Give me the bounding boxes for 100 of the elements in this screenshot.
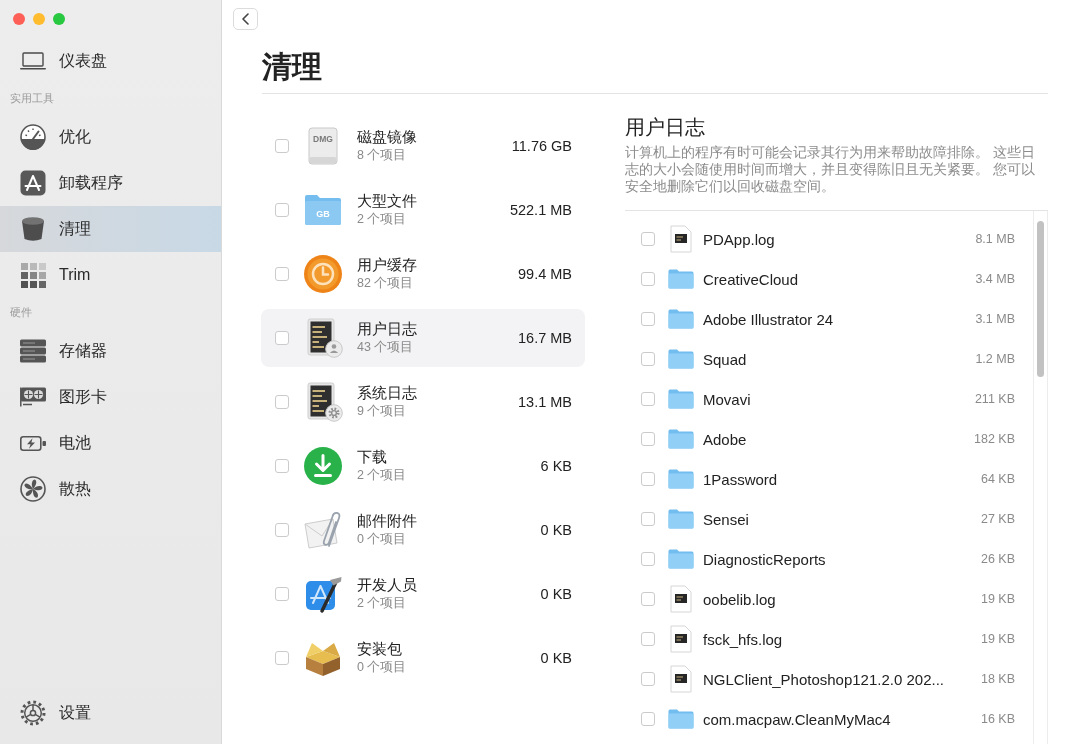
file-name: fsck_hfs.log [703, 630, 783, 648]
log-file-icon [670, 225, 692, 253]
checkbox[interactable] [641, 512, 655, 526]
file-name: CreativeCloud [703, 270, 799, 288]
sidebar-item[interactable]: 仪表盘 [0, 38, 221, 84]
category-row[interactable]: 邮件附件 0 个项目 0 KB [261, 501, 585, 559]
file-name: PDApp.log [703, 230, 775, 248]
back-button[interactable] [233, 8, 258, 30]
file-name: NGLClient_Photoshop121.2.0 202... [703, 670, 944, 688]
log-file-icon [670, 665, 692, 693]
checkbox[interactable] [275, 459, 289, 473]
file-size: 182 KB [974, 432, 1015, 446]
category-row[interactable]: 用户日志 43 个项目 16.7 MB [261, 309, 585, 367]
category-row[interactable]: 安装包 0 个项目 0 KB [261, 629, 585, 687]
checkbox[interactable] [275, 587, 289, 601]
file-size: 18 KB [980, 672, 1015, 686]
item-count: 2 个项目 [357, 467, 407, 484]
category-size: 0 KB [540, 586, 572, 602]
category-size: 11.76 GB [511, 138, 572, 154]
category-name: 大型文件 [357, 192, 417, 211]
item-count: 9 个项目 [357, 403, 407, 420]
checkbox[interactable] [641, 712, 655, 726]
file-name: Adobe [703, 430, 747, 448]
category-row[interactable]: GB 大型文件 2 个项目 522.1 MB [261, 181, 585, 239]
checkbox[interactable] [641, 432, 655, 446]
sidebar-item[interactable]: 电池 [0, 420, 221, 466]
laptop-icon [20, 52, 46, 70]
category-name: 开发人员 [357, 576, 417, 595]
category-name: 用户日志 [357, 320, 417, 339]
zoom-button[interactable] [53, 13, 65, 25]
item-count: 8 个项目 [357, 147, 407, 164]
checkbox[interactable] [275, 395, 289, 409]
detail-title: 用户日志 [625, 115, 705, 140]
category-name: 安装包 [357, 640, 402, 659]
folder-icon [668, 309, 694, 329]
minimize-button[interactable] [33, 13, 45, 25]
category-name: 邮件附件 [357, 512, 417, 531]
folder-icon [668, 269, 694, 289]
sidebar-item[interactable]: 存储器 [0, 328, 221, 374]
file-name: Movavi [703, 390, 751, 408]
file-size: 19 KB [980, 632, 1015, 646]
checkbox[interactable] [641, 352, 655, 366]
checkbox[interactable] [641, 312, 655, 326]
checkbox[interactable] [641, 272, 655, 286]
checkbox[interactable] [275, 523, 289, 537]
sidebar-item[interactable]: 散热 [0, 466, 221, 512]
file-name: com.macpaw.CleanMyMac4 [703, 710, 891, 728]
file-size: 27 KB [980, 512, 1015, 526]
sidebar-item[interactable]: 图形卡 [0, 374, 221, 420]
folder-icon [668, 349, 694, 369]
checkbox[interactable] [641, 232, 655, 246]
log-file-icon [670, 625, 692, 653]
file-size: 64 KB [980, 472, 1015, 486]
file-size: 16 KB [980, 712, 1015, 726]
category-row[interactable]: 用户缓存 82 个项目 99.4 MB [261, 245, 585, 303]
gauge-icon [20, 124, 46, 150]
category-row[interactable]: 下载 2 个项目 6 KB [261, 437, 585, 495]
category-row[interactable]: 开发人员 2 个项目 0 KB [261, 565, 585, 623]
drive-stack-icon [20, 339, 46, 363]
category-name: 下载 [357, 448, 387, 467]
file-size: 1.2 MB [975, 352, 1015, 366]
close-button[interactable] [13, 13, 25, 25]
file-name: 1Password [703, 470, 778, 488]
category-size: 13.1 MB [518, 394, 572, 410]
sidebar-item[interactable]: Trim [0, 252, 221, 298]
checkbox[interactable] [641, 472, 655, 486]
download-icon [303, 446, 343, 486]
item-count: 0 个项目 [357, 659, 407, 676]
folder-icon [668, 549, 694, 569]
category-row[interactable]: DMG 磁盘镜像 8 个项目 11.76 GB [261, 117, 585, 175]
sidebar-item[interactable]: 清理 [0, 206, 221, 252]
item-count: 0 个项目 [357, 531, 407, 548]
checkbox[interactable] [275, 651, 289, 665]
category-size: 99.4 MB [518, 266, 572, 282]
sidebar-item[interactable]: 设置 [0, 690, 221, 736]
sidebar-item[interactable]: 优化 [0, 114, 221, 160]
checkbox[interactable] [641, 552, 655, 566]
clock-icon [303, 254, 343, 294]
checkbox[interactable] [641, 632, 655, 646]
log-file-icon [670, 585, 692, 613]
category-size: 6 KB [540, 458, 572, 474]
letter-a-tile-icon [20, 170, 46, 196]
category-row[interactable]: 系统日志 9 个项目 13.1 MB [261, 373, 585, 431]
envelope-paperclip-icon [303, 510, 343, 550]
file-name: DiagnosticReports [703, 550, 826, 568]
checkbox[interactable] [275, 139, 289, 153]
checkbox[interactable] [275, 203, 289, 217]
hammer-tile-icon [303, 574, 343, 614]
checkbox[interactable] [275, 331, 289, 345]
checkbox[interactable] [641, 392, 655, 406]
checkbox[interactable] [275, 267, 289, 281]
file-size: 26 KB [980, 552, 1015, 566]
checkbox[interactable] [641, 672, 655, 686]
scrollbar-thumb[interactable] [1037, 221, 1044, 377]
sidebar-item[interactable]: 卸载程序 [0, 160, 221, 206]
item-count: 2 个项目 [357, 211, 407, 228]
checkbox[interactable] [641, 592, 655, 606]
detail-description: 计算机上的程序有时可能会记录其行为用来帮助故障排除。 这些日志的大小会随使用时间而增大，并且变得陈旧且无关紧要。 您可以安全地删除它们以回收磁盘空间。 [625, 144, 1036, 195]
folder-icon [668, 389, 694, 409]
graphics-card-icon [20, 387, 46, 407]
